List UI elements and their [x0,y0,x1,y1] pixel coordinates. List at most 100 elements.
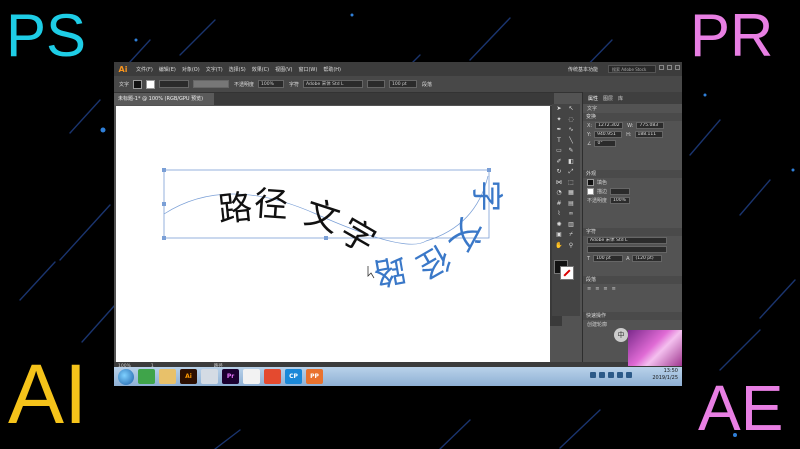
gradient-tool-icon[interactable]: ▤ [566,199,576,208]
font-style-field[interactable] [367,80,386,88]
magic-wand-icon[interactable]: ✦ [554,115,564,124]
angle-field[interactable]: 0° [594,140,617,147]
stroke-swatch-panel[interactable] [587,188,594,195]
lasso-icon[interactable]: ◌ [566,115,576,124]
hand-tool-icon[interactable]: ✋ [554,241,564,250]
shaper-tool-icon[interactable]: ✐ [554,157,564,166]
opacity-field[interactable]: 100% [258,80,285,88]
font-size-panel-field[interactable]: 100 pt [593,255,624,262]
blend-tool-icon[interactable]: ∞ [566,209,576,218]
menu-view[interactable]: 视图(V) [275,66,292,73]
eyedropper-icon[interactable]: ⌇ [554,209,564,218]
x-field[interactable]: 1272.302 [595,122,624,129]
y-field[interactable]: 940.951 [594,131,623,138]
align-right-icon[interactable]: ≡ [603,286,607,292]
tab-properties[interactable]: 属性 [588,95,598,102]
windows-taskbar: Ai Pr CP PP 13:50 2019/1/25 [114,367,682,386]
stroke-color-box[interactable] [560,266,574,280]
webcam-thumbnail [628,330,682,366]
h-field[interactable]: 188.111 [634,131,663,138]
rectangle-tool-icon[interactable]: ▭ [554,146,564,155]
tray-icon[interactable] [626,372,632,378]
paragraph-label[interactable]: 段落 [422,81,432,88]
selection-tool-icon[interactable]: ➤ [554,104,564,113]
menu-effect[interactable]: 效果(C) [252,66,269,73]
close-icon[interactable] [675,65,680,70]
justify-icon[interactable]: ≡ [612,286,616,292]
menu-file[interactable]: 文件(F) [136,66,153,73]
tab-layers[interactable]: 图层 [603,95,613,102]
taskbar-chrome-icon[interactable] [264,369,281,384]
character-label[interactable]: 字符 [289,81,299,88]
shape-builder-icon[interactable]: ◔ [554,188,564,197]
stroke-weight-field[interactable] [159,80,190,88]
paintbrush-icon[interactable]: ✎ [566,146,576,155]
zoom-tool-icon[interactable]: ⚲ [566,241,576,250]
menu-help[interactable]: 帮助(H) [323,66,341,73]
tray-icon[interactable] [599,372,605,378]
font-name-field[interactable]: Adobe 宋体 Std L [587,237,667,244]
taskbar-premiere-icon[interactable]: Pr [222,369,239,384]
menu-object[interactable]: 对象(O) [182,66,200,73]
graph-tool-icon[interactable]: ▥ [566,220,576,229]
clock-time: 13:50 [663,368,678,374]
eraser-icon[interactable]: ◧ [566,157,576,166]
menu-select[interactable]: 选择(S) [229,66,246,73]
mesh-tool-icon[interactable]: # [554,199,564,208]
properties-panel: 属性 图层 库 文字 变换 X: 1272.302 W: 775.083 Y: 940… [582,92,682,362]
align-left-icon[interactable]: ≡ [587,286,591,292]
slice-tool-icon[interactable]: ⌿ [566,230,576,239]
minimize-icon[interactable] [659,65,664,70]
maximize-icon[interactable] [667,65,672,70]
tray-icon[interactable] [590,372,596,378]
font-style-panel-field[interactable] [587,246,667,253]
fill-swatch[interactable] [133,79,143,89]
free-transform-icon[interactable]: ⬚ [566,178,576,187]
line-tool-icon[interactable]: ╲ [566,136,576,145]
stroke-swatch[interactable] [146,79,156,89]
taskbar-pp-icon[interactable]: PP [306,369,323,384]
menu-type[interactable]: 文字(T) [206,66,223,73]
w-field[interactable]: 775.083 [636,122,665,129]
taskbar-illustrator-icon[interactable]: Ai [180,369,197,384]
tray-icon[interactable] [608,372,614,378]
perspective-grid-icon[interactable]: ▦ [566,188,576,197]
create-outlines-button[interactable]: 创建轮廓 [587,321,607,328]
direct-selection-tool-icon[interactable]: ↖ [566,104,576,113]
font-size-field[interactable]: 100 pt [389,80,418,88]
symbol-sprayer-icon[interactable]: ✺ [554,220,564,229]
taskbar-app-6[interactable] [243,369,260,384]
tool-label: 文字 [119,81,130,88]
appearance-section: 外观 填色 描边 不透明度 100% [583,170,682,205]
fill-swatch-panel[interactable] [587,179,594,186]
taskbar-app-4[interactable] [201,369,218,384]
menu-edit[interactable]: 编辑(E) [159,66,176,73]
scale-tool-icon[interactable]: ⤢ [566,167,576,176]
artboard-tool-icon[interactable]: ▣ [554,230,564,239]
opacity-panel-field[interactable]: 100% [610,197,631,204]
type-tool-icon[interactable]: T [554,136,564,145]
clock[interactable]: 13:50 2019/1/25 [652,368,678,382]
workspace-switcher[interactable]: 传统基本功能 [568,66,598,73]
taskbar-cp-icon[interactable]: CP [285,369,302,384]
window-controls [659,65,680,70]
taskbar-app-2[interactable] [159,369,176,384]
document-tab[interactable]: 未标题-1* @ 100% (RGB/GPU 预览) [114,93,214,105]
stroke-weight-panel-field[interactable] [610,188,631,195]
font-family-field[interactable]: Adobe 宋体 Std L [303,80,364,88]
start-button-icon[interactable] [118,368,134,385]
menu-window[interactable]: 窗口(W) [298,66,317,73]
leading-field[interactable]: (120 pt) [632,255,663,262]
tab-libraries[interactable]: 库 [618,95,623,102]
width-tool-icon[interactable]: ⋈ [554,178,564,187]
stock-search-input[interactable]: 搜索 Adobe Stock [608,65,656,73]
variable-width-field[interactable] [193,80,230,88]
quick-actions-section: 快速操作 创建轮廓 [583,312,682,329]
tray-icon[interactable] [617,372,623,378]
artboard-canvas[interactable]: 路 径 文 字 路 径 文 字 [116,106,550,362]
rotate-tool-icon[interactable]: ↻ [554,167,564,176]
pen-tool-icon[interactable]: ✒ [554,125,564,134]
curvature-tool-icon[interactable]: ∿ [566,125,576,134]
taskbar-app-1[interactable] [138,369,155,384]
align-center-icon[interactable]: ≡ [595,286,599,292]
